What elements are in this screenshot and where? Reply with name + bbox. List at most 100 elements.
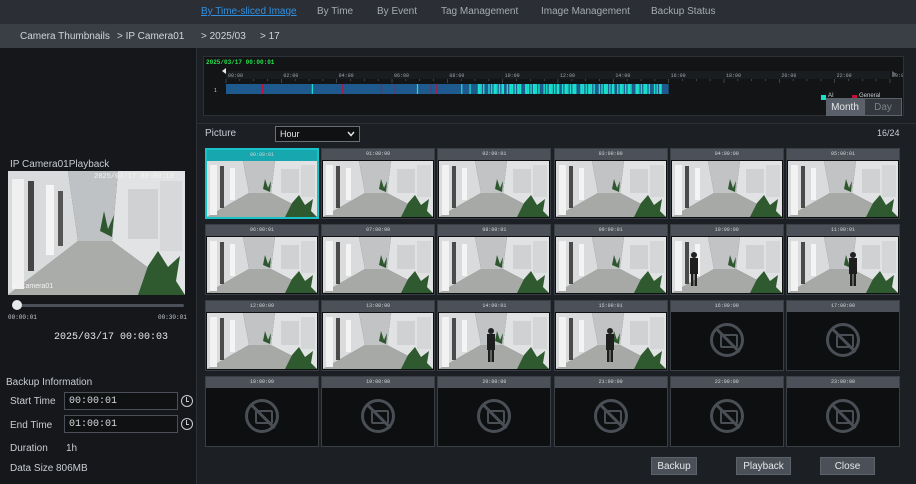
playback-progress-track[interactable]: [12, 304, 184, 307]
thumbnail-time: 01:00:00: [322, 149, 435, 160]
timeline-ai-event: [643, 84, 646, 94]
picture-label: Picture: [205, 128, 237, 139]
thumbnail-cell[interactable]: 03:00:00: [553, 148, 668, 219]
end-time-label: End Time: [10, 420, 53, 431]
breadcrumb-month[interactable]: > 2025/03: [201, 31, 246, 42]
timeline-hour-label: 20:00: [781, 73, 796, 79]
thumbnail-cell[interactable]: 13:00:00: [321, 300, 436, 371]
close-button[interactable]: Close: [820, 457, 875, 475]
thumbnail-cell[interactable]: 08:00:01: [437, 224, 552, 295]
breadcrumb-camera[interactable]: > IP Camera01: [117, 31, 184, 42]
thumbnail-image-frame: [207, 313, 317, 369]
thumbnail-cell[interactable]: 10:00:00: [669, 224, 784, 295]
thumbnail-cell[interactable]: 22:00:00: [669, 376, 784, 447]
corridor-image: [8, 171, 185, 295]
no-image-icon: [826, 323, 860, 357]
thumbnail-cell[interactable]: 14:00:01: [437, 300, 552, 371]
thumbnail-cell[interactable]: 00:00:01: [205, 148, 319, 219]
interval-select[interactable]: Hour: [275, 126, 360, 142]
start-time-field[interactable]: 00:00:01: [64, 392, 178, 410]
tab-by-event[interactable]: By Event: [377, 6, 417, 17]
thumbnail-cell[interactable]: 07:00:00: [321, 224, 436, 295]
thumbnail-cell[interactable]: 15:00:01: [553, 300, 668, 371]
timeline-ai-event: [548, 84, 552, 94]
timeline-playhead-icon[interactable]: [222, 68, 226, 74]
thumbnail-time: 00:00:01: [207, 150, 317, 161]
thumbnail-cell[interactable]: 20:00:00: [437, 376, 552, 447]
timeline[interactable]: 2025/03/17 00:00:01 00:00 02:00 04:00 06:00…: [203, 56, 904, 116]
month-view-button[interactable]: Month: [826, 98, 864, 116]
thumbnail-cell[interactable]: 17:00:00: [786, 300, 900, 371]
tab-by-time[interactable]: By Time: [317, 6, 353, 17]
timeline-ai-event: [645, 84, 648, 94]
timeline-ai-event: [525, 84, 528, 94]
thumbnail-cell[interactable]: 01:00:00: [321, 148, 436, 219]
timeline-ai-event: [517, 84, 520, 94]
timeline-track[interactable]: 00:00 02:00 04:00 06:00 08:00 10:00 12:00 14:00…: [204, 57, 903, 115]
thumbnail-time: 10:00:00: [670, 225, 783, 236]
thumbnail-time: 22:00:00: [670, 377, 783, 388]
timeline-ai-event: [659, 84, 662, 94]
thumbnail-time: 23:00:00: [787, 377, 899, 388]
thumbnail-cell[interactable]: 18:00:00: [205, 376, 319, 447]
timeline-ai-event: [506, 84, 509, 94]
timeline-ai-event: [611, 84, 615, 94]
day-view-button[interactable]: Day: [864, 98, 902, 116]
timeline-ai-event: [585, 84, 587, 94]
thumbnail-cell[interactable]: 09:00:01: [553, 224, 668, 295]
thumbnail-cell[interactable]: 16:00:00: [669, 300, 784, 371]
thumbnail-time: 13:00:00: [322, 301, 435, 312]
playback-progress-handle[interactable]: [12, 300, 22, 310]
thumbnail-cell[interactable]: 21:00:00: [553, 376, 668, 447]
thumbnail-cell[interactable]: 06:00:01: [205, 224, 319, 295]
thumbnail-image-frame: [788, 161, 898, 217]
timeline-ai-event: [627, 84, 631, 94]
timeline-ai-event: [624, 84, 627, 94]
timeline-hour-label: 10:00: [505, 73, 520, 79]
thumbnail-time: 15:00:01: [554, 301, 667, 312]
top-tab-bar: By Time-sliced Image By Time By Event Ta…: [0, 0, 916, 24]
thumbnail-image: [207, 313, 317, 369]
end-time-clock-icon[interactable]: [181, 418, 193, 430]
timeline-ai-event: [635, 84, 639, 94]
timeline-ai-event: [509, 84, 512, 94]
thumbnail-cell[interactable]: 05:00:01: [786, 148, 900, 219]
thumbnail-image: [555, 237, 666, 293]
thumbnail-cell[interactable]: 02:00:01: [437, 148, 552, 219]
thumbnail-cell[interactable]: 12:00:00: [205, 300, 319, 371]
thumbnail-time: 21:00:00: [554, 377, 667, 388]
timeline-ai-event: [572, 84, 575, 94]
breadcrumb-camera-thumbnails[interactable]: Camera Thumbnails: [20, 31, 110, 42]
divider: [197, 123, 916, 124]
playback-preview[interactable]: 2025/03/17 00:00:10 IP Camera01: [8, 171, 185, 295]
timeline-ai-event: [656, 84, 658, 94]
timeline-ai-event: [619, 84, 623, 94]
start-time-clock-icon[interactable]: [181, 395, 193, 407]
thumbnail-time: 09:00:01: [554, 225, 667, 236]
backup-button[interactable]: Backup: [651, 457, 697, 475]
timeline-general-event: [430, 84, 432, 94]
timeline-general-event: [394, 84, 396, 94]
timeline-ai-event: [543, 84, 545, 94]
timeline-ai-event: [461, 84, 463, 94]
tab-tag-management[interactable]: Tag Management: [441, 6, 518, 17]
breadcrumb: Camera Thumbnails > IP Camera01 > 2025/0…: [0, 24, 916, 48]
tab-image-management[interactable]: Image Management: [541, 6, 630, 17]
playback-button[interactable]: Playback: [736, 457, 791, 475]
thumbnail-cell[interactable]: 04:00:00: [669, 148, 784, 219]
timeline-ai-event: [535, 84, 537, 94]
end-time-field[interactable]: 01:00:01: [64, 415, 178, 433]
thumbnail-cell[interactable]: 11:00:01: [786, 224, 900, 295]
thumbnail-time: 06:00:01: [206, 225, 318, 236]
breadcrumb-day[interactable]: > 17: [260, 31, 280, 42]
tab-by-time-sliced-image[interactable]: By Time-sliced Image: [201, 6, 297, 17]
data-size-label: Data Size: [10, 463, 54, 474]
tab-backup-status[interactable]: Backup Status: [651, 6, 715, 17]
thumbnail-time: 03:00:00: [554, 149, 667, 160]
thumbnail-time: 04:00:00: [670, 149, 783, 160]
thumbnail-cell[interactable]: 19:00:00: [321, 376, 436, 447]
thumbnail-cell[interactable]: 23:00:00: [786, 376, 900, 447]
timeline-general-event: [342, 84, 344, 94]
timeline-ai-event: [582, 84, 585, 94]
thumbnail-image: [323, 313, 434, 369]
